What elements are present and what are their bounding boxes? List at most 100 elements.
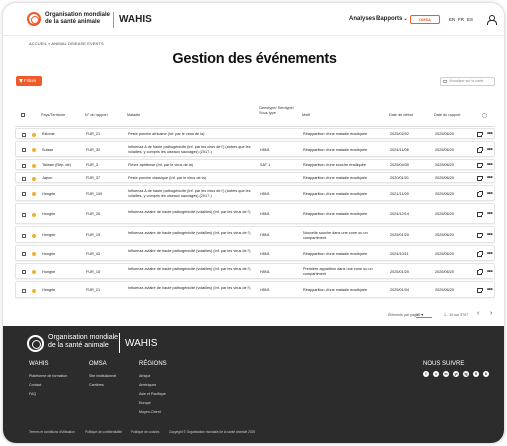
- user-icon[interactable]: [487, 15, 497, 25]
- more-options-icon[interactable]: •••: [487, 211, 493, 217]
- breadcrumb[interactable]: ACCUEIL » ANIMAL DISEASE EVENTS: [29, 41, 104, 46]
- col-report-date[interactable]: Date du rapport: [434, 113, 460, 118]
- lang-en[interactable]: EN: [449, 17, 455, 22]
- facebook-icon[interactable]: f: [423, 371, 429, 377]
- table-row[interactable]: Japon FUR_37 Peste porcine classique (Inf.…: [15, 172, 495, 183]
- open-report-icon[interactable]: [477, 269, 483, 275]
- more-options-icon[interactable]: •••: [487, 232, 493, 238]
- view-on-map-label: Visualiser sur la carte: [449, 79, 484, 83]
- col-country[interactable]: Pays/Territoire: [41, 113, 65, 118]
- col-disease[interactable]: Maladie: [127, 113, 140, 118]
- col-reason[interactable]: Motif: [302, 113, 310, 118]
- flickr-icon[interactable]: fl: [473, 371, 479, 377]
- col-report[interactable]: N° du rapport: [85, 113, 108, 118]
- cell-disease: Influenza aviaire de haute pathogénicité…: [128, 209, 251, 214]
- row-checkbox[interactable]: [22, 233, 26, 238]
- col-genotype[interactable]: Génotype/ Sérotype/ Sous type: [259, 106, 299, 115]
- next-page-icon[interactable]: ›: [490, 310, 492, 317]
- filter-icon: [19, 79, 23, 83]
- org-name-line1: Organisation mondiale: [45, 12, 111, 18]
- footer-link[interactable]: Site institutionnel: [89, 374, 116, 378]
- brand-wahis[interactable]: WAHIS: [119, 14, 152, 25]
- table-row[interactable]: Taïwan (Rép. de) FUR_3 Fièvre aphteuse (In…: [15, 159, 495, 170]
- more-options-icon[interactable]: •••: [487, 131, 493, 137]
- footer-link[interactable]: Carrières: [89, 383, 104, 387]
- more-options-icon[interactable]: •••: [487, 269, 493, 275]
- cell-report-date: 2025/06/20: [435, 251, 455, 256]
- row-checkbox[interactable]: [22, 288, 26, 293]
- gear-icon[interactable]: [482, 113, 487, 118]
- more-options-icon[interactable]: •••: [487, 147, 493, 153]
- footer-link[interactable]: Asie et Pacifique: [139, 392, 166, 396]
- view-on-map-button[interactable]: Visualiser sur la carte: [440, 77, 495, 86]
- footer-privacy-link[interactable]: Politique de confidentialité: [85, 430, 122, 434]
- more-options-icon[interactable]: •••: [487, 191, 493, 197]
- omsa-logo-icon[interactable]: [27, 335, 44, 352]
- more-options-icon[interactable]: •••: [487, 162, 493, 168]
- omsa-button[interactable]: OMSA: [410, 15, 440, 24]
- footer-cookies-link[interactable]: Politique de cookies: [131, 430, 159, 434]
- footer-terms-link[interactable]: Termes et conditions d'utilisation: [29, 430, 75, 434]
- more-options-icon[interactable]: •••: [487, 175, 493, 181]
- open-report-icon[interactable]: [477, 131, 483, 137]
- x-icon[interactable]: x: [433, 371, 439, 377]
- nav-rapports[interactable]: Rapports⌄: [376, 16, 408, 22]
- footer-link[interactable]: Plateforme de formation: [29, 374, 67, 378]
- footer-link[interactable]: Amériques: [139, 383, 156, 387]
- row-checkbox[interactable]: [22, 270, 26, 274]
- linkedin-icon[interactable]: in: [443, 371, 449, 377]
- row-checkbox[interactable]: [22, 176, 26, 181]
- row-checkbox[interactable]: [22, 132, 26, 137]
- footer-org-name: Organisation mondiale de la santé animal…: [48, 334, 118, 350]
- prev-page-icon[interactable]: ‹: [477, 310, 479, 317]
- more-options-icon[interactable]: •••: [487, 251, 493, 257]
- table-row[interactable]: Suisse FUR_32 Influenza A de haute pathogé…: [15, 141, 495, 157]
- table-row[interactable]: Hongrie FUR_19 Influenza aviaire de haute …: [15, 226, 495, 243]
- table-row[interactable]: Hongrie FUR_15 Influenza aviaire de haute …: [15, 263, 495, 279]
- lang-fr[interactable]: FR: [458, 17, 464, 22]
- footer-col-wahis-title: WAHIS: [29, 361, 49, 367]
- instagram-icon[interactable]: ig: [463, 371, 469, 377]
- open-report-icon[interactable]: [477, 287, 483, 293]
- cell-disease: Influenza aviaire de haute pathogénicité…: [128, 285, 251, 290]
- cell-report: FUR_21: [86, 132, 101, 137]
- tiktok-icon[interactable]: ti: [483, 371, 489, 377]
- row-checkbox[interactable]: [22, 148, 26, 152]
- footer-link[interactable]: Moyen-Orient: [139, 410, 161, 414]
- chevron-down-icon: ⌄: [403, 16, 408, 22]
- items-per-page-select[interactable]: 10 ▾: [416, 312, 432, 318]
- footer-link[interactable]: Europe: [139, 401, 151, 405]
- filter-button[interactable]: Filtres: [16, 76, 42, 86]
- row-checkbox[interactable]: [22, 252, 26, 256]
- select-all-checkbox[interactable]: [21, 113, 25, 117]
- table-row[interactable]: Estonie FUR_21 Peste porcine africaine (In…: [15, 128, 495, 139]
- youtube-icon[interactable]: yt: [453, 371, 459, 377]
- footer-link[interactable]: Contact: [29, 383, 41, 387]
- open-report-icon[interactable]: [477, 232, 483, 238]
- table-row[interactable]: Hongrie FUR_26 Influenza aviaire de haute …: [15, 203, 495, 224]
- col-start-date[interactable]: Date de début: [389, 113, 413, 118]
- table-row[interactable]: Hongrie FUR_109 Influenza A de haute patho…: [15, 185, 495, 201]
- org-name[interactable]: Organisation mondiale de la santé animal…: [45, 12, 110, 26]
- open-report-icon[interactable]: [477, 191, 483, 197]
- omsa-logo-icon[interactable]: [27, 12, 41, 26]
- row-checkbox[interactable]: [22, 163, 26, 168]
- open-report-icon[interactable]: [477, 147, 483, 153]
- cell-country: Hongrie: [42, 251, 56, 256]
- table-row[interactable]: Hongrie FUR_21 Influenza aviaire de haute …: [15, 281, 495, 298]
- open-report-icon[interactable]: [477, 251, 483, 257]
- footer-link[interactable]: Afrique: [139, 374, 150, 378]
- lang-es[interactable]: ES: [467, 17, 473, 22]
- open-report-icon[interactable]: [477, 211, 483, 217]
- open-report-icon[interactable]: [477, 162, 483, 168]
- row-checkbox[interactable]: [22, 212, 26, 217]
- cell-reason: Réapparition d'une maladie éradiquée: [303, 212, 368, 217]
- cell-genotype: H5N1: [260, 212, 270, 217]
- row-checkbox[interactable]: [22, 192, 26, 196]
- open-report-icon[interactable]: [477, 175, 483, 181]
- cell-genotype: H5N1: [260, 251, 270, 256]
- more-options-icon[interactable]: •••: [487, 287, 493, 293]
- footer-link[interactable]: FAQ: [29, 392, 36, 396]
- cell-country: Suisse: [42, 147, 54, 152]
- table-row[interactable]: Hongrie FUR_43 Influenza aviaire de haute …: [15, 245, 495, 261]
